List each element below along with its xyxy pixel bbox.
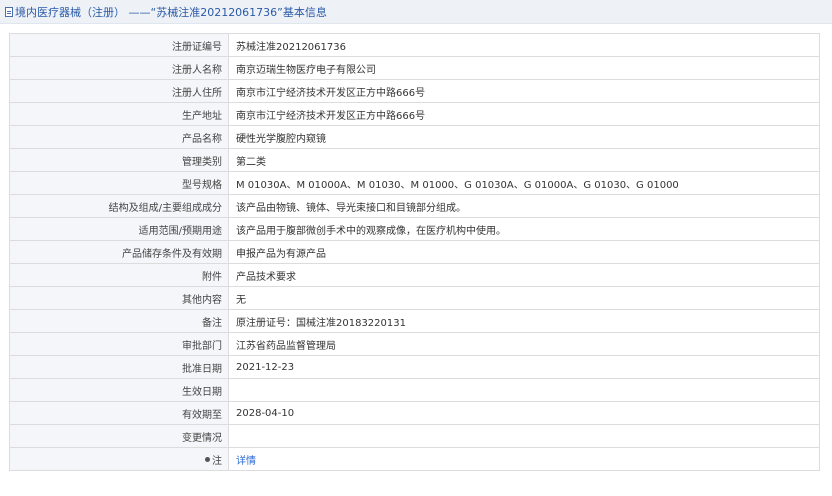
field-value: 南京市江宁经济技术开发区正方中路666号 (228, 79, 820, 103)
pin-icon (205, 457, 210, 462)
table-row: 注册人名称 南京迈瑞生物医疗电子有限公司 (9, 56, 820, 80)
table-row: 管理类别 第二类 (9, 148, 820, 172)
table-row: 附件 产品技术要求 (9, 263, 820, 287)
note-value-cell: 详情 (228, 447, 820, 471)
table-row: 其他内容 无 (9, 286, 820, 310)
field-label: 型号规格 (9, 171, 229, 195)
info-table: 注册证编号 苏械注准20212061736 注册人名称 南京迈瑞生物医疗电子有限… (9, 33, 820, 471)
table-row: 备注 原注册证号：国械注准20183220131 (9, 309, 820, 333)
table-row: 注册证编号 苏械注准20212061736 (9, 33, 820, 57)
details-link[interactable]: 详情 (236, 456, 256, 467)
table-row: 变更情况 (9, 424, 820, 448)
table-row: 适用范围/预期用途 该产品用于腹部微创手术中的观察成像，在医疗机构中使用。 (9, 217, 820, 241)
field-value (228, 378, 820, 402)
field-label: 变更情况 (9, 424, 229, 448)
table-row-note: 注 详情 (9, 447, 820, 471)
field-label: 注册人住所 (9, 79, 229, 103)
table-row: 产品储存条件及有效期 申报产品为有源产品 (9, 240, 820, 264)
page-header: 境内医疗器械（注册） ——“苏械注准20212061736”基本信息 (0, 0, 832, 24)
field-value: 2028-04-10 (228, 401, 820, 425)
page-title: 境内医疗器械（注册） ——“苏械注准20212061736”基本信息 (15, 5, 327, 19)
field-value: 2021-12-23 (228, 355, 820, 379)
field-value: 原注册证号：国械注准20183220131 (228, 309, 820, 333)
note-label: 注 (212, 455, 222, 467)
field-value: 南京市江宁经济技术开发区正方中路666号 (228, 102, 820, 126)
field-value: 江苏省药品监督管理局 (228, 332, 820, 356)
field-label: 注册证编号 (9, 33, 229, 57)
field-label: 附件 (9, 263, 229, 287)
table-row: 注册人住所 南京市江宁经济技术开发区正方中路666号 (9, 79, 820, 103)
field-label: 生产地址 (9, 102, 229, 126)
field-value: M 01030A、M 01000A、M 01030、M 01000、G 0103… (228, 171, 820, 195)
field-value: 第二类 (228, 148, 820, 172)
field-label: 结构及组成/主要组成成分 (9, 194, 229, 218)
info-table-container: 注册证编号 苏械注准20212061736 注册人名称 南京迈瑞生物医疗电子有限… (9, 33, 820, 471)
field-value: 无 (228, 286, 820, 310)
field-label: 审批部门 (9, 332, 229, 356)
field-value: 该产品由物镜、镜体、导光束接口和目镜部分组成。 (228, 194, 820, 218)
note-label-cell: 注 (9, 447, 229, 471)
field-label: 产品名称 (9, 125, 229, 149)
field-label: 产品储存条件及有效期 (9, 240, 229, 264)
field-value: 苏械注准20212061736 (228, 33, 820, 57)
table-row: 审批部门 江苏省药品监督管理局 (9, 332, 820, 356)
field-value: 该产品用于腹部微创手术中的观察成像，在医疗机构中使用。 (228, 217, 820, 241)
field-label: 有效期至 (9, 401, 229, 425)
table-row: 结构及组成/主要组成成分 该产品由物镜、镜体、导光束接口和目镜部分组成。 (9, 194, 820, 218)
field-label: 其他内容 (9, 286, 229, 310)
document-icon (5, 6, 13, 17)
field-value (228, 424, 820, 448)
table-row: 有效期至 2028-04-10 (9, 401, 820, 425)
field-label: 适用范围/预期用途 (9, 217, 229, 241)
field-label: 管理类别 (9, 148, 229, 172)
field-value: 产品技术要求 (228, 263, 820, 287)
field-label: 生效日期 (9, 378, 229, 402)
field-label: 注册人名称 (9, 56, 229, 80)
field-value: 硬性光学腹腔内窥镜 (228, 125, 820, 149)
field-label: 备注 (9, 309, 229, 333)
table-row: 批准日期 2021-12-23 (9, 355, 820, 379)
table-row: 产品名称 硬性光学腹腔内窥镜 (9, 125, 820, 149)
field-value: 申报产品为有源产品 (228, 240, 820, 264)
table-row: 生效日期 (9, 378, 820, 402)
table-row: 生产地址 南京市江宁经济技术开发区正方中路666号 (9, 102, 820, 126)
table-row: 型号规格 M 01030A、M 01000A、M 01030、M 01000、G… (9, 171, 820, 195)
field-value: 南京迈瑞生物医疗电子有限公司 (228, 56, 820, 80)
field-label: 批准日期 (9, 355, 229, 379)
